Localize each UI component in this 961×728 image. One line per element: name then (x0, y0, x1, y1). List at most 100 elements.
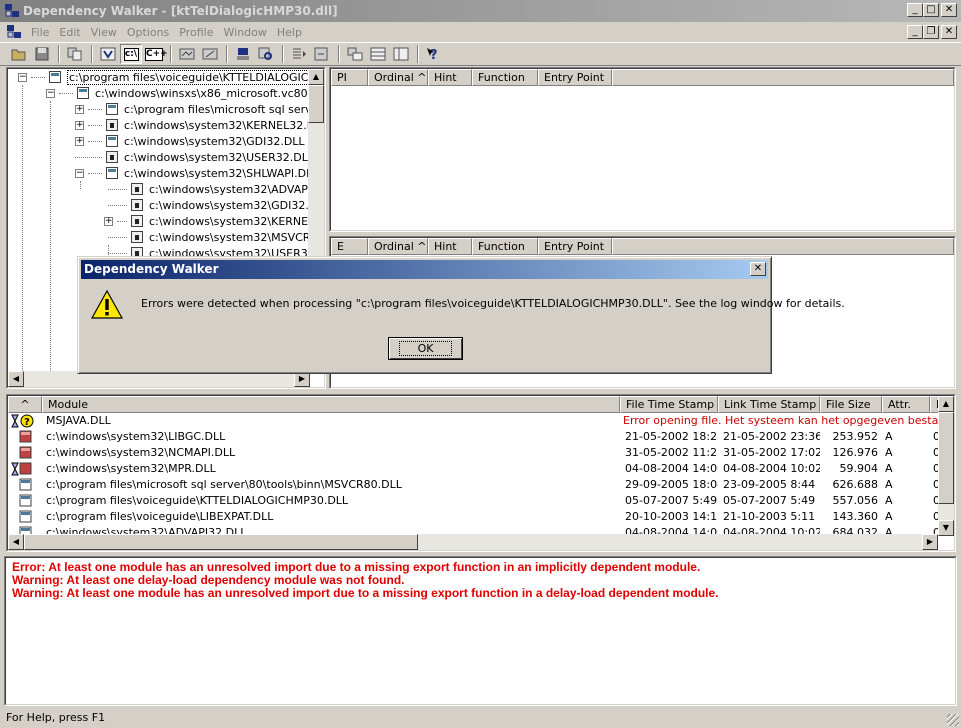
column-header[interactable]: Hint (428, 69, 472, 86)
tree-item[interactable]: − c:\windows\system32\SHLWAPI.DLL (75, 165, 318, 181)
document-icon[interactable] (6, 24, 22, 40)
column-header[interactable]: Entry Point (538, 69, 612, 86)
menu-edit[interactable]: Edit (54, 26, 85, 39)
module-list-horizontal-scrollbar[interactable]: ◀ ▶ (8, 534, 938, 550)
ok-button[interactable]: OK (388, 337, 463, 360)
column-header[interactable]: File Size (820, 396, 882, 413)
menu-view[interactable]: View (86, 26, 122, 39)
expand-all-button[interactable] (288, 44, 310, 64)
table-row[interactable]: c:\windows\system32\NCMAPI.DLL 31-05-2002… (8, 445, 942, 461)
tree-item[interactable]: c:\windows\system32\MSVCRT.DLL (108, 229, 324, 245)
scroll-thumb[interactable] (938, 412, 954, 504)
table-row[interactable]: c:\windows\system32\MPR.DLL 04-08-2004 14… (8, 461, 942, 477)
column-header[interactable]: Link Time Stamp (718, 396, 820, 413)
scroll-up-button[interactable]: ▲ (308, 69, 324, 85)
table-row[interactable]: c:\program files\voiceguide\KTTELDIALOGI… (8, 493, 942, 509)
minimize-button[interactable]: _ (907, 3, 923, 17)
tree-expand-icon[interactable]: + (104, 216, 113, 226)
module-list-vertical-scrollbar[interactable]: ▲ ▼ (938, 396, 954, 536)
save-button[interactable] (31, 44, 53, 64)
open-button[interactable] (8, 44, 30, 64)
file-time-stamp: 20-10-2003 14:11 (625, 510, 718, 523)
help-icon: ? (427, 48, 438, 61)
tree-item[interactable]: − c:\windows\winsxs\x86_microsoft.vc80.m… (46, 85, 324, 101)
column-header[interactable]: Entry Point (538, 238, 612, 255)
column-header[interactable]: Ordinal ^ (368, 69, 428, 86)
help-button[interactable]: ? (423, 44, 445, 64)
tree-item-label: c:\windows\system32\GDI32.DLL (149, 198, 325, 212)
tree-item[interactable]: + c:\windows\system32\KERNEL32.DLL (104, 213, 324, 229)
tree-expand-icon[interactable]: + (75, 104, 84, 114)
full-paths-button[interactable]: c:\ (120, 44, 142, 64)
tree-expand-icon[interactable]: + (75, 120, 84, 130)
resize-grip[interactable] (947, 714, 959, 726)
full-paths-icon: c:\ (123, 47, 139, 61)
mdi-close-button[interactable]: ✕ (941, 25, 957, 39)
module-list-button[interactable] (344, 44, 366, 64)
auto-expand-button[interactable] (176, 44, 198, 64)
split-view-button[interactable] (390, 44, 412, 64)
dialog-close-button[interactable]: ✕ (750, 262, 766, 276)
mdi-restore-button[interactable]: ❐ (923, 25, 939, 39)
toolbar: c:\ C++ ? (0, 42, 961, 66)
tree-item[interactable]: + c:\program files\microsoft sql server\… (75, 101, 324, 117)
column-header[interactable]: PI (331, 69, 368, 86)
menu-options[interactable]: Options (122, 26, 174, 39)
file-time-stamp: 29-09-2005 18:04 (625, 478, 718, 491)
close-button[interactable]: ✕ (941, 3, 957, 17)
scroll-left-button[interactable]: ◀ (8, 371, 24, 387)
error-module-icon (8, 445, 42, 461)
scroll-thumb[interactable] (308, 85, 324, 123)
undecorate-cpp-button[interactable]: C++ (143, 44, 168, 64)
scroll-thumb[interactable] (24, 534, 418, 550)
tree-collapse-icon[interactable]: − (46, 88, 55, 98)
maximize-button[interactable]: □ (923, 3, 939, 17)
tree-collapse-icon[interactable]: − (18, 72, 27, 82)
link-time-stamp: 04-08-2004 10:02 (723, 462, 820, 475)
collapse-all-button[interactable] (311, 44, 333, 64)
save-icon (35, 47, 49, 61)
column-header[interactable]: Function (472, 238, 538, 255)
column-header[interactable]: Ordinal ^ (368, 238, 428, 255)
file-size: 626.688 (832, 478, 879, 491)
scroll-left-button[interactable]: ◀ (8, 534, 24, 550)
tree-collapse-icon[interactable]: − (75, 168, 84, 178)
table-row[interactable]: c:\program files\microsoft sql server\80… (8, 477, 942, 493)
tree-item[interactable]: + c:\windows\system32\KERNEL32.DLL (75, 117, 324, 133)
tree-item[interactable]: − c:\program files\voiceguide\KTTELDIALO… (18, 69, 324, 85)
scroll-down-button[interactable]: ▼ (938, 520, 954, 536)
module-name: c:\program files\microsoft sql server\80… (46, 478, 402, 491)
column-header[interactable]: E (331, 238, 368, 255)
auto-expand-icon (179, 48, 195, 60)
menu-file[interactable]: File (26, 26, 54, 39)
column-header[interactable]: File Time Stamp (620, 396, 718, 413)
properties-button[interactable] (367, 44, 389, 64)
table-row[interactable]: ? MSJAVA.DLL Error opening file. Het syste… (8, 413, 942, 429)
menu-profile[interactable]: Profile (174, 26, 218, 39)
link-time-stamp: 21-10-2003 5:11 (723, 510, 816, 523)
find-button[interactable] (232, 44, 254, 64)
table-row[interactable]: c:\program files\voiceguide\LIBEXPAT.DLL… (8, 509, 942, 525)
find-next-button[interactable] (255, 44, 277, 64)
tree-expand-icon[interactable]: + (75, 136, 84, 146)
menu-help[interactable]: Help (272, 26, 307, 39)
column-header[interactable]: Function (472, 69, 538, 86)
scroll-right-button[interactable]: ▶ (922, 534, 938, 550)
configure-button[interactable] (199, 44, 221, 64)
module-error: Error opening file. Het systeem kan het … (623, 414, 942, 427)
module-name: c:\windows\system32\MPR.DLL (46, 462, 216, 475)
column-header[interactable]: ^ (8, 396, 42, 413)
scroll-up-button[interactable]: ▲ (938, 396, 954, 412)
column-header[interactable]: Hint (428, 238, 472, 255)
column-header[interactable]: Module (42, 396, 620, 413)
tree-item[interactable]: c:\windows\system32\USER32.DLL (75, 149, 314, 165)
table-row[interactable]: c:\windows\system32\LIBGC.DLL 21-05-2002 … (8, 429, 942, 445)
column-header[interactable]: Attr. (882, 396, 930, 413)
menu-window[interactable]: Window (219, 26, 272, 39)
tree-item[interactable]: c:\windows\system32\GDI32.DLL (108, 197, 325, 213)
copy-button[interactable] (64, 44, 86, 64)
tree-item[interactable]: + c:\windows\system32\GDI32.DLL (75, 133, 305, 149)
profile-button[interactable] (97, 44, 119, 64)
mdi-minimize-button[interactable]: _ (907, 25, 923, 39)
tree-item[interactable]: c:\windows\system32\ADVAPI32.DLL (108, 181, 324, 197)
